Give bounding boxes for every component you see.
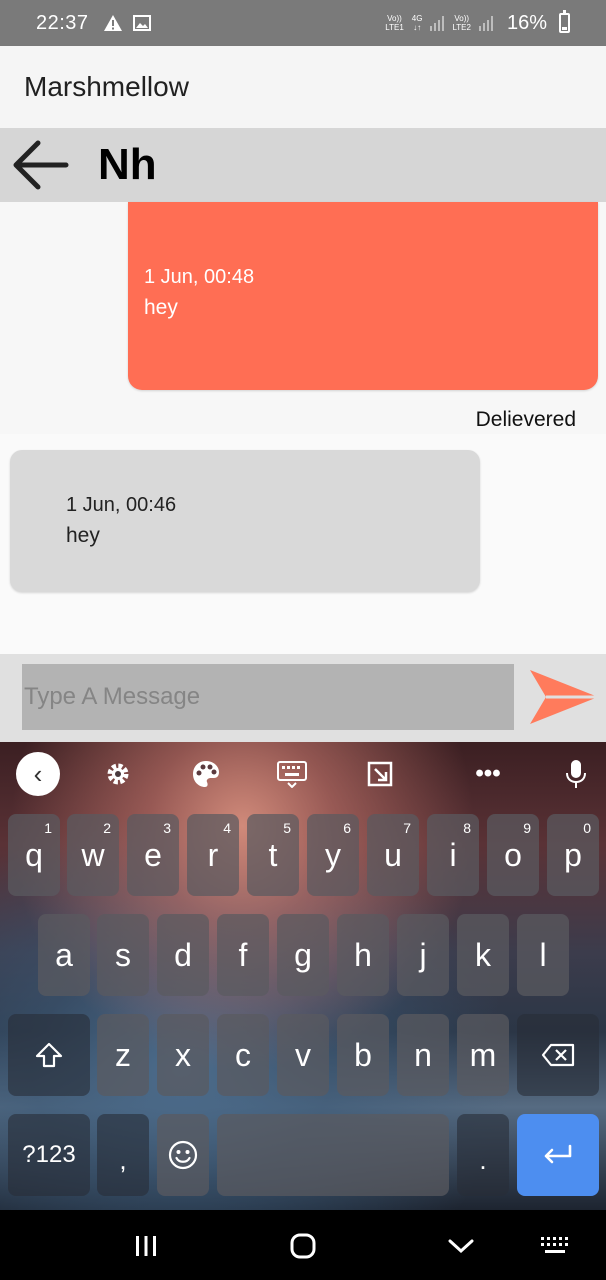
emoji-icon bbox=[168, 1140, 198, 1170]
key-e[interactable]: e3 bbox=[127, 814, 179, 896]
backspace-key[interactable] bbox=[517, 1014, 599, 1096]
message-text: hey bbox=[66, 524, 100, 547]
system-nav-bar bbox=[0, 1210, 606, 1280]
comma-key[interactable]: , bbox=[97, 1114, 149, 1196]
key-j[interactable]: j bbox=[397, 914, 449, 996]
recent-apps-icon bbox=[136, 1236, 156, 1256]
message-input[interactable] bbox=[22, 664, 514, 730]
received-message-bubble[interactable]: 1 Jun, 00:46 hey bbox=[10, 450, 480, 592]
sim2-label: Vo)) LTE2 bbox=[452, 14, 471, 32]
key-z[interactable]: z bbox=[97, 1014, 149, 1096]
status-time: 22:37 bbox=[36, 11, 89, 34]
signal-bars-sim2 bbox=[478, 15, 493, 31]
soft-keyboard: ‹ ••• q1 w2 e3 r4 t5 y6 u7 i8 o9 p0 a s … bbox=[0, 742, 606, 1210]
keyboard-switch-button[interactable] bbox=[531, 1224, 579, 1268]
key-u[interactable]: u7 bbox=[367, 814, 419, 896]
sim1-label: Vo)) LTE1 bbox=[385, 14, 404, 32]
keyboard-toolbar: ‹ ••• bbox=[0, 742, 606, 804]
key-s[interactable]: s bbox=[97, 914, 149, 996]
key-p[interactable]: p0 bbox=[547, 814, 599, 896]
more-icon[interactable]: ••• bbox=[466, 752, 510, 796]
sent-message-row: 1 Jun, 00:48 hey Delievered bbox=[0, 202, 606, 434]
back-arrow-icon[interactable] bbox=[8, 135, 72, 195]
shift-key[interactable] bbox=[8, 1014, 90, 1096]
resize-icon[interactable] bbox=[358, 752, 402, 796]
send-icon[interactable] bbox=[526, 664, 600, 730]
emoji-key[interactable] bbox=[157, 1114, 209, 1196]
warning-icon bbox=[103, 15, 122, 31]
status-bar: 22:37 Vo)) LTE1 4G ↓↑ Vo)) LTE2 16% bbox=[0, 0, 606, 46]
symbols-key[interactable]: ?123 bbox=[8, 1114, 90, 1196]
chevron-down-icon bbox=[448, 1239, 474, 1254]
message-list[interactable]: 1 Jun, 00:48 hey Delievered 1 Jun, 00:46… bbox=[0, 202, 606, 654]
key-m[interactable]: m bbox=[457, 1014, 509, 1096]
signal-bars-sim1 bbox=[430, 15, 445, 31]
message-timestamp: 1 Jun, 00:48 bbox=[144, 266, 255, 288]
hide-keyboard-button[interactable] bbox=[437, 1224, 485, 1268]
delivery-status: Delievered bbox=[475, 408, 576, 431]
battery-icon bbox=[559, 10, 570, 33]
recent-apps-button[interactable] bbox=[122, 1224, 170, 1268]
key-n[interactable]: n bbox=[397, 1014, 449, 1096]
home-icon bbox=[290, 1233, 316, 1259]
key-y[interactable]: y6 bbox=[307, 814, 359, 896]
app-title: Marshmellow bbox=[24, 71, 189, 102]
mic-icon[interactable] bbox=[554, 752, 598, 796]
message-text: hey bbox=[144, 296, 178, 319]
backspace-icon bbox=[541, 1043, 575, 1067]
key-i[interactable]: i8 bbox=[427, 814, 479, 896]
key-r[interactable]: r4 bbox=[187, 814, 239, 896]
key-l[interactable]: l bbox=[517, 914, 569, 996]
battery-percent: 16% bbox=[506, 11, 547, 34]
enter-icon bbox=[544, 1144, 572, 1164]
key-v[interactable]: v bbox=[277, 1014, 329, 1096]
chat-header: Nh bbox=[0, 128, 606, 202]
image-icon bbox=[132, 15, 151, 31]
key-k[interactable]: k bbox=[457, 914, 509, 996]
key-w[interactable]: w2 bbox=[67, 814, 119, 896]
key-h[interactable]: h bbox=[337, 914, 389, 996]
sent-message-bubble[interactable]: 1 Jun, 00:48 hey bbox=[128, 202, 598, 390]
key-a[interactable]: a bbox=[38, 914, 90, 996]
key-f[interactable]: f bbox=[217, 914, 269, 996]
chevron-left-icon[interactable]: ‹ bbox=[16, 752, 60, 796]
space-key[interactable] bbox=[217, 1114, 449, 1196]
key-x[interactable]: x bbox=[157, 1014, 209, 1096]
app-bar: Marshmellow bbox=[0, 46, 606, 128]
contact-name: Nh bbox=[98, 140, 157, 189]
key-d[interactable]: d bbox=[157, 914, 209, 996]
key-g[interactable]: g bbox=[277, 914, 329, 996]
network-type: 4G ↓↑ bbox=[411, 14, 423, 32]
palette-icon[interactable] bbox=[184, 752, 228, 796]
key-c[interactable]: c bbox=[217, 1014, 269, 1096]
composer-bar bbox=[0, 654, 606, 742]
key-o[interactable]: o9 bbox=[487, 814, 539, 896]
keyboard-icon bbox=[541, 1237, 568, 1253]
enter-key[interactable] bbox=[517, 1114, 599, 1196]
key-t[interactable]: t5 bbox=[247, 814, 299, 896]
keyboard-icon[interactable] bbox=[270, 752, 314, 796]
home-button[interactable] bbox=[279, 1224, 327, 1268]
period-key[interactable]: . bbox=[457, 1114, 509, 1196]
gear-icon[interactable] bbox=[96, 752, 140, 796]
key-b[interactable]: b bbox=[337, 1014, 389, 1096]
message-timestamp: 1 Jun, 00:46 bbox=[66, 494, 177, 516]
shift-icon bbox=[35, 1042, 63, 1068]
key-q[interactable]: q1 bbox=[8, 814, 60, 896]
